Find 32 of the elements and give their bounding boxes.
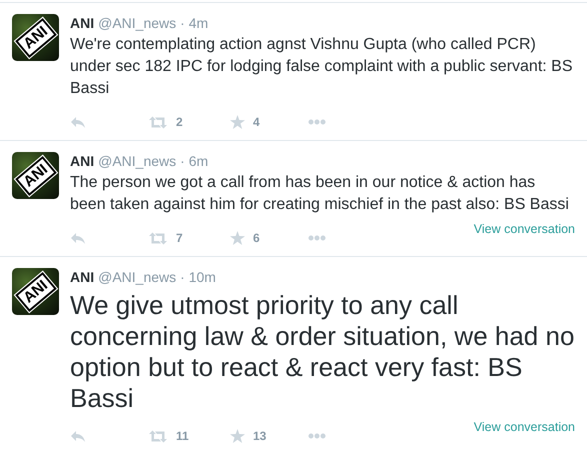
- user-name[interactable]: ANI: [70, 14, 94, 32]
- star-icon[interactable]: [230, 231, 245, 245]
- star-icon[interactable]: [230, 429, 245, 443]
- user-name[interactable]: ANI: [70, 268, 94, 286]
- reply-icon[interactable]: [70, 430, 86, 442]
- user-handle[interactable]: @ANI_news: [98, 268, 176, 286]
- favorite-count: 13: [253, 429, 266, 443]
- more-icon[interactable]: [308, 119, 326, 125]
- tweet-time[interactable]: · 4m: [180, 14, 208, 32]
- retweet-icon[interactable]: [148, 116, 168, 128]
- tweet-text: We're contemplating action agnst Vishnu Gupta (who called PCR) under sec 182 IPC for lodging false complaint with a public servant: BS Bassi: [70, 35, 574, 99]
- retweet-count: 2: [176, 115, 183, 129]
- user-handle[interactable]: @ANI_news: [98, 152, 176, 170]
- retweet-icon[interactable]: [148, 430, 168, 442]
- user-handle[interactable]: @ANI_news: [98, 14, 176, 32]
- favorite-count: 6: [253, 231, 260, 245]
- view-conversation-link[interactable]: View conversation: [474, 222, 575, 236]
- more-icon[interactable]: [308, 235, 326, 241]
- view-conversation-link[interactable]: View conversation: [474, 420, 575, 434]
- user-name[interactable]: ANI: [70, 152, 94, 170]
- retweet-count: 11: [176, 429, 189, 443]
- tweet-time[interactable]: · 6m: [180, 152, 208, 170]
- retweet-icon[interactable]: [148, 232, 168, 244]
- tweet-text: We give utmost priority to any call concerning law & order situation, we had no option but to react & react very fast: BS Bassi: [70, 290, 575, 414]
- tweet-text: The person we got a call from has been in our notice & action has been taken against him for creating mischief in the past also: BS Bassi: [70, 173, 570, 215]
- star-icon[interactable]: [230, 115, 245, 129]
- more-icon[interactable]: [308, 433, 326, 439]
- tweet-time[interactable]: · 10m: [180, 268, 216, 286]
- favorite-count: 4: [253, 115, 260, 129]
- retweet-count: 7: [176, 231, 183, 245]
- reply-icon[interactable]: [70, 116, 86, 128]
- reply-icon[interactable]: [70, 232, 86, 244]
